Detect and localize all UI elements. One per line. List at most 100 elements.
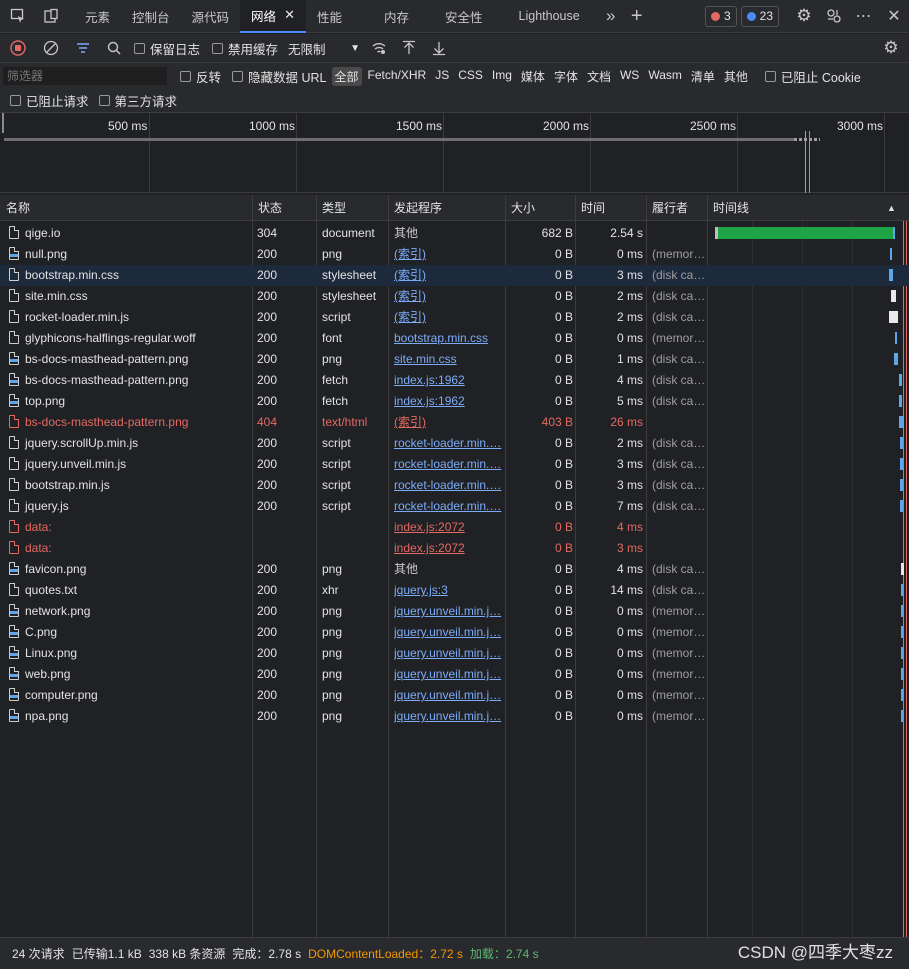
request-name[interactable]: web.png [6,664,251,685]
clear-icon[interactable] [36,40,66,56]
blocked-cookies-checkbox[interactable]: 已阻止 Cookie [764,67,861,86]
third-party-checkbox[interactable]: 第三方请求 [98,91,177,110]
filter-type-other[interactable]: 其他 [721,67,751,86]
throttling-select[interactable]: 无限制 ▼ [288,39,360,58]
inspect-element-icon[interactable] [0,0,36,33]
tab-memory[interactable]: 内存 [362,0,431,33]
request-name[interactable]: npa.png [6,706,251,727]
request-name[interactable]: null.png [6,244,251,265]
request-name[interactable]: computer.png [6,685,251,706]
tab-network[interactable]: 网络 ✕ [240,0,306,33]
request-initiator[interactable]: (索引) [394,265,504,286]
import-har-icon[interactable] [394,40,424,56]
tab-security[interactable]: 安全性 [431,0,501,33]
request-initiator[interactable]: jquery.unveil.min.j… [394,685,504,706]
add-tab-icon[interactable]: + [624,5,650,28]
network-conditions-icon[interactable] [364,40,394,56]
request-initiator[interactable]: bootstrap.min.css [394,328,504,349]
checkbox-box[interactable] [98,94,110,106]
request-name[interactable]: favicon.png [6,559,251,580]
filter-type-ws[interactable]: WS [617,67,642,86]
column-header-size[interactable]: 大小 [505,195,535,221]
request-name[interactable]: jquery.scrollUp.min.js [6,433,251,454]
filter-type-js[interactable]: JS [432,67,452,86]
request-name[interactable]: C.png [6,622,251,643]
table-row[interactable]: network.png 200 png jquery.unveil.min.j… 0 B… [0,601,909,622]
checkbox-box[interactable] [764,70,776,82]
table-row[interactable]: C.png 200 png jquery.unveil.min.j… 0 B 0 ms (m… [0,622,909,643]
request-initiator[interactable]: site.min.css [394,349,504,370]
column-header-time[interactable]: 时间 [575,195,605,221]
column-header-status[interactable]: 状态 [252,195,282,221]
table-row[interactable]: rocket-loader.min.js 200 script (索引) 0 B 2 ms… [0,307,909,328]
request-initiator[interactable]: index.js:2072 [394,538,504,559]
table-row[interactable]: null.png 200 png (索引) 0 B 0 ms (memor… [0,244,909,265]
request-name[interactable]: data: [6,538,251,559]
device-toolbar-icon[interactable] [36,0,66,33]
request-initiator[interactable]: jquery.unveil.min.j… [394,643,504,664]
search-icon[interactable] [100,40,128,56]
checkbox-box[interactable] [180,70,191,82]
table-row[interactable]: glyphicons-halflings-regular.woff 200 font… [0,328,909,349]
hide-data-url-checkbox[interactable]: 隐藏数据 URL [232,67,327,86]
table-row[interactable]: jquery.scrollUp.min.js 200 script rocket-lo… [0,433,909,454]
request-name[interactable]: rocket-loader.min.js [6,307,251,328]
table-row[interactable]: quotes.txt 200 xhr jquery.js:3 0 B 14 ms (disk… [0,580,909,601]
request-name[interactable]: network.png [6,601,251,622]
request-initiator[interactable]: jquery.unveil.min.j… [394,622,504,643]
table-row[interactable]: bs-docs-masthead-pattern.png 200 png site.m… [0,349,909,370]
column-header-initiator[interactable]: 发起程序 [388,195,442,221]
table-row[interactable]: favicon.png 200 png 其他 0 B 4 ms (disk ca… [0,559,909,580]
request-initiator[interactable]: (索引) [394,244,504,265]
request-initiator[interactable]: index.js:1962 [394,370,504,391]
checkbox-box[interactable] [212,42,224,54]
export-har-icon[interactable] [424,40,454,56]
table-row[interactable]: qige.io 304 document 其他 682 B 2.54 s [0,223,909,244]
request-name[interactable]: qige.io [6,223,251,244]
column-header-fulfilled-by[interactable]: 履行者 [646,195,688,221]
checkbox-box[interactable] [10,94,21,106]
tab-sources[interactable]: 源代码 [181,0,241,33]
stop-recording-icon[interactable] [0,34,36,63]
request-name[interactable]: jquery.js [6,496,251,517]
table-row[interactable]: jquery.unveil.min.js 200 script rocket-load… [0,454,909,475]
table-row[interactable]: bs-docs-masthead-pattern.png 404 text/html… [0,412,909,433]
request-initiator[interactable]: (索引) [394,307,504,328]
request-initiator[interactable]: jquery.unveil.min.j… [394,664,504,685]
request-initiator[interactable]: jquery.unveil.min.j… [394,601,504,622]
table-row[interactable]: jquery.js 200 script rocket-loader.min.… 0 B… [0,496,909,517]
request-name[interactable]: Linux.png [6,643,251,664]
request-initiator[interactable]: rocket-loader.min.… [394,475,504,496]
filter-type-doc[interactable]: 文档 [584,67,614,86]
table-row[interactable]: data: index.js:2072 0 B 4 ms [0,517,909,538]
request-initiator[interactable]: index.js:1962 [394,391,504,412]
filter-type-wasm[interactable]: Wasm [645,67,685,86]
request-initiator[interactable]: (索引) [394,412,504,433]
table-row[interactable]: Linux.png 200 png jquery.unveil.min.j… 0 B 0 … [0,643,909,664]
table-row[interactable]: npa.png 200 png jquery.unveil.min.j… 0 B 0 ms… [0,706,909,727]
filter-type-fetch-xhr[interactable]: Fetch/XHR [365,67,430,86]
request-initiator[interactable]: rocket-loader.min.… [394,433,504,454]
column-header-name[interactable]: 名称 [0,195,30,221]
filter-type-media[interactable]: 媒体 [518,67,548,86]
request-name[interactable]: bs-docs-masthead-pattern.png [6,370,251,391]
request-initiator[interactable]: rocket-loader.min.… [394,496,504,517]
close-devtools-icon[interactable]: ✕ [879,6,909,26]
request-name[interactable]: glyphicons-halflings-regular.woff [6,328,251,349]
tab-lighthouse[interactable]: Lighthouse [501,0,598,33]
table-row[interactable]: data: index.js:2072 0 B 3 ms [0,538,909,559]
request-initiator[interactable]: (索引) [394,286,504,307]
customize-icon[interactable] [819,8,849,24]
error-count-badge[interactable]: 3 [704,5,737,27]
request-initiator[interactable]: index.js:2072 [394,517,504,538]
request-name[interactable]: data: [6,517,251,538]
filter-type-img[interactable]: Img [489,67,515,86]
filter-input[interactable] [3,67,167,85]
column-header-waterfall[interactable]: 时间线 [707,195,749,221]
settings-gear-icon[interactable]: ⚙ [789,6,819,26]
request-name[interactable]: bootstrap.min.css [6,265,251,286]
table-row[interactable]: site.min.css 200 stylesheet (索引) 0 B 2 ms (dis… [0,286,909,307]
table-row[interactable]: computer.png 200 png jquery.unveil.min.j… 0 … [0,685,909,706]
request-initiator[interactable]: jquery.js:3 [394,580,504,601]
table-row[interactable]: bootstrap.min.css 200 stylesheet (索引) 0 B 3 m… [0,265,909,286]
